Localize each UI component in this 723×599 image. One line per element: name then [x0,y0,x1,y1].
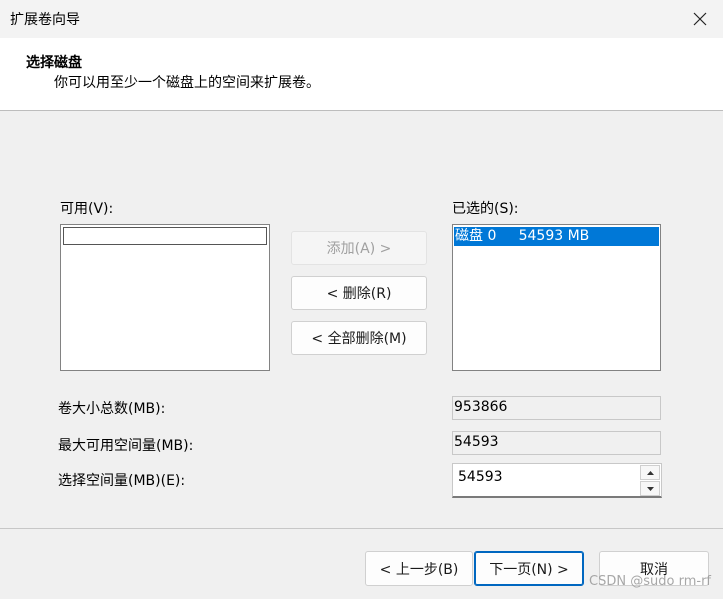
next-button[interactable]: 下一页(N) > [474,551,584,586]
title-bar: 扩展卷向导 [0,0,723,38]
max-available-value: 54593 [452,431,661,455]
back-button[interactable]: < 上一步(B) [365,551,473,586]
add-button[interactable]: 添加(A) > [291,231,427,265]
footer-divider [0,528,723,529]
total-size-value: 953866 [452,396,661,420]
page-subtitle: 你可以用至少一个磁盘上的空间来扩展卷。 [54,75,320,91]
select-amount-stepper[interactable]: 54593 [452,463,662,498]
spin-up-button[interactable] [640,465,660,480]
available-listbox[interactable] [60,224,270,371]
select-amount-label: 选择空间量(MB)(E): [58,473,186,489]
list-item[interactable]: 磁盘 0 54593 MB [454,227,659,246]
window-title: 扩展卷向导 [10,12,80,28]
close-button[interactable] [677,0,723,38]
remove-button[interactable]: < 删除(R) [291,276,427,310]
caret-up-icon [646,470,654,475]
spin-down-button[interactable] [640,481,660,496]
watermark: CSDN @sudo rm-rf [589,574,711,589]
list-item-focus[interactable] [63,227,267,245]
caret-down-icon [646,486,654,491]
wizard-header: 选择磁盘 你可以用至少一个磁盘上的空间来扩展卷。 [0,38,723,111]
selected-label: 已选的(S): [452,201,519,217]
selected-listbox[interactable]: 磁盘 0 54593 MB [452,224,661,371]
available-label: 可用(V): [60,201,114,217]
total-size-label: 卷大小总数(MB): [58,401,166,417]
close-icon [693,12,707,26]
max-available-label: 最大可用空间量(MB): [58,438,194,454]
select-amount-value[interactable]: 54593 [458,469,503,485]
page-title: 选择磁盘 [26,55,82,71]
remove-all-button[interactable]: < 全部删除(M) [291,321,427,355]
